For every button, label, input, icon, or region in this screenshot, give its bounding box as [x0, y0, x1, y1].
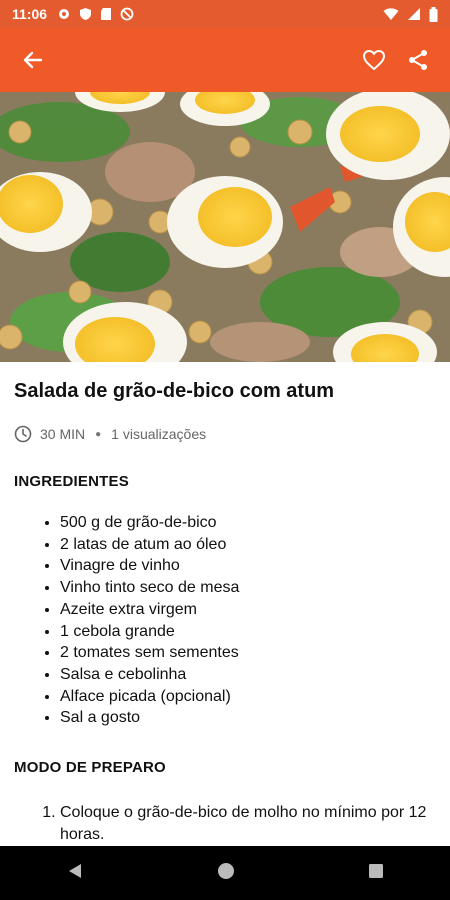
- back-button[interactable]: [10, 38, 54, 82]
- ingredient-item: 2 tomates sem sementes: [60, 642, 436, 664]
- nav-home-icon: [217, 862, 234, 879]
- signal-icon: [408, 8, 420, 20]
- steps-list: Coloque o grão-de-bico de molho no mínim…: [14, 802, 436, 845]
- nav-recents-button[interactable]: [368, 863, 384, 884]
- heart-icon: [363, 50, 385, 70]
- back-arrow-icon: [23, 51, 43, 69]
- favorite-button[interactable]: [352, 38, 396, 82]
- step-item: Coloque o grão-de-bico de molho no mínim…: [60, 802, 436, 845]
- recipe-content: Salada de grão-de-bico com atum 30 MIN ●…: [0, 362, 450, 846]
- gear-icon: [59, 9, 70, 19]
- clock-icon: [14, 425, 32, 443]
- sd-card-icon: [101, 8, 112, 20]
- nav-back-button[interactable]: [66, 862, 84, 885]
- ingredient-item: Vinho tinto seco de mesa: [60, 577, 436, 599]
- shield-icon: [80, 8, 92, 20]
- ingredient-item: 2 latas de atum ao óleo: [60, 534, 436, 556]
- battery-icon: [429, 6, 438, 22]
- nav-recents-icon: [368, 863, 383, 878]
- separator-dot: ●: [95, 428, 102, 440]
- navigation-bar: [0, 846, 450, 900]
- nav-home-button[interactable]: [217, 862, 235, 885]
- status-bar: 11:06: [0, 0, 450, 28]
- app-bar: [0, 28, 450, 92]
- recipe-title: Salada de grão-de-bico com atum: [14, 380, 335, 402]
- preparation-heading: MODO DE PREPARO: [14, 759, 166, 777]
- recipe-photo: [0, 92, 450, 362]
- recipe-meta: 30 MIN ● 1 visualizações: [14, 425, 436, 443]
- recipe-time: 30 MIN: [40, 426, 86, 442]
- ingredient-item: Sal a gosto: [60, 707, 436, 729]
- share-button[interactable]: [396, 38, 440, 82]
- ingredient-item: Vinagre de vinho: [60, 555, 436, 577]
- no-sync-icon: [120, 7, 134, 21]
- ingredient-item: 1 cebola grande: [60, 621, 436, 643]
- wifi-icon: [383, 8, 399, 20]
- ingredient-item: 500 g de grão-de-bico: [60, 512, 436, 534]
- ingredient-item: Alface picada (opcional): [60, 686, 436, 708]
- status-time: 11:06: [12, 6, 48, 22]
- ingredients-list: 500 g de grão-de-bico 2 latas de atum ao…: [14, 512, 436, 729]
- share-icon: [409, 50, 427, 70]
- recipe-views: 1 visualizações: [111, 426, 207, 442]
- ingredients-heading: INGREDIENTES: [14, 473, 129, 490]
- salad-image: [0, 92, 450, 362]
- ingredient-item: Azeite extra virgem: [60, 599, 436, 621]
- nav-back-icon: [69, 863, 82, 878]
- ingredient-item: Salsa e cebolinha: [60, 664, 436, 686]
